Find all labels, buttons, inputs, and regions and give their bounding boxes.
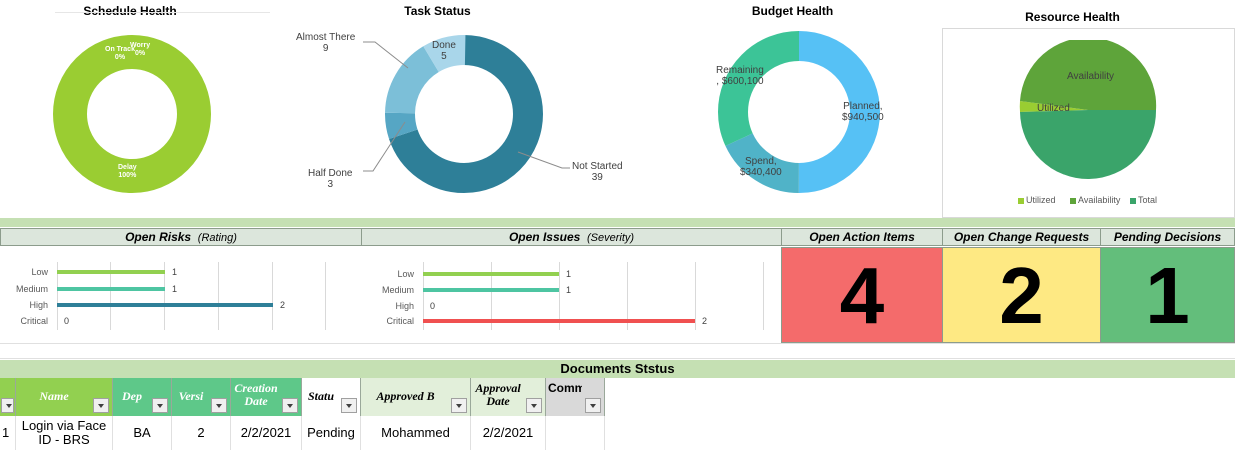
risk-bar-high bbox=[57, 303, 273, 307]
issue-high-label: High bbox=[395, 301, 414, 311]
legend-total-swatch bbox=[1130, 198, 1136, 204]
legend-total: Total bbox=[1138, 195, 1158, 205]
row-status: Pending bbox=[302, 416, 361, 450]
chevron-down-icon[interactable] bbox=[93, 398, 109, 413]
col-version-header[interactable]: Versi bbox=[172, 378, 231, 416]
col-approval-date-header[interactable]: Approval Date bbox=[471, 378, 546, 416]
risk-high-label: High bbox=[29, 300, 48, 310]
pending-decisions-header: Pending Decisions bbox=[1100, 228, 1235, 246]
row-creation-date: 2/2/2021 bbox=[231, 416, 302, 450]
risk-value-critical: 0 bbox=[64, 316, 70, 326]
chart-border bbox=[55, 12, 270, 13]
open-risks-header: Open Risks (Rating) bbox=[0, 228, 362, 246]
issue-bar-medium bbox=[423, 288, 559, 292]
half-done-label: Half Done 3 bbox=[308, 168, 353, 190]
grid-line bbox=[0, 358, 1235, 359]
almost-there-label: Almost There 9 bbox=[296, 32, 356, 54]
task-status-leaders bbox=[363, 41, 570, 172]
legend-availability: Availability bbox=[1078, 195, 1121, 205]
pending-decisions-count: 1 bbox=[1100, 247, 1235, 343]
open-issues-header: Open Issues (Severity) bbox=[361, 228, 782, 246]
resource-health-title: Resource Health bbox=[1025, 10, 1120, 24]
issue-value-medium: 1 bbox=[566, 285, 572, 295]
risk-low-label: Low bbox=[31, 267, 48, 277]
schedule-health-title: Schedule Health bbox=[83, 4, 177, 18]
grid-line bbox=[0, 343, 1235, 344]
delay-slice bbox=[53, 35, 211, 193]
col-name-header[interactable]: Name bbox=[16, 378, 113, 416]
risk-medium-label: Medium bbox=[15, 284, 48, 294]
not-started-label: Not Started 39 bbox=[572, 161, 623, 183]
risk-value-medium: 1 bbox=[172, 284, 178, 294]
remaining-label: Remaining, $600,100 bbox=[716, 65, 764, 87]
risk-value-low: 1 bbox=[172, 267, 178, 277]
issue-value-critical: 2 bbox=[702, 316, 708, 326]
delay-label: Delay 100% bbox=[118, 164, 137, 179]
chevron-down-icon[interactable] bbox=[282, 398, 298, 413]
col-creation-date-header[interactable]: Creation Date bbox=[231, 378, 302, 416]
issue-bar-critical bbox=[423, 319, 695, 323]
documents-title: Documents Ststus bbox=[0, 360, 1235, 378]
row-id: 1 bbox=[0, 416, 16, 450]
issue-medium-label: Medium bbox=[381, 285, 414, 295]
chevron-down-icon[interactable] bbox=[211, 398, 227, 413]
filter-icon[interactable] bbox=[341, 398, 357, 413]
open-change-requests-count: 2 bbox=[942, 247, 1101, 343]
planned-label: Planned, $940,500 bbox=[842, 101, 884, 123]
legend-utilized: Utilized bbox=[1026, 195, 1056, 205]
col-approved-by-header[interactable]: Approved B bbox=[361, 378, 471, 416]
legend-utilized-swatch bbox=[1018, 198, 1024, 204]
open-action-items-count: 4 bbox=[781, 247, 943, 343]
issue-value-high: 0 bbox=[430, 301, 436, 311]
task-status-title: Task Status bbox=[404, 4, 471, 18]
open-change-requests-header: Open Change Requests bbox=[942, 228, 1101, 246]
chevron-down-icon[interactable] bbox=[526, 398, 542, 413]
spend-label: Spend, $340,400 bbox=[740, 156, 782, 178]
done-label: Done 5 bbox=[432, 40, 456, 62]
legend-availability-swatch bbox=[1070, 198, 1076, 204]
issue-critical-label: Critical bbox=[386, 316, 414, 326]
chevron-down-icon[interactable] bbox=[451, 398, 467, 413]
row-approval-date: 2/2/2021 bbox=[471, 416, 546, 450]
row-name: Login via Face ID - BRS bbox=[16, 416, 113, 450]
total-slice bbox=[1020, 110, 1157, 179]
risk-critical-label: Critical bbox=[20, 316, 48, 326]
section-divider bbox=[0, 218, 1235, 227]
issue-low-label: Low bbox=[397, 269, 414, 279]
risk-bar-medium bbox=[57, 287, 165, 291]
col-id-header[interactable] bbox=[0, 378, 16, 416]
availability-label: Availability bbox=[1067, 71, 1115, 82]
col-dep-header[interactable]: Dep bbox=[113, 378, 172, 416]
chevron-down-icon[interactable] bbox=[585, 398, 601, 413]
row-version: 2 bbox=[172, 416, 231, 450]
col-comments-header[interactable]: Comments bbox=[546, 378, 605, 416]
open-action-items-header: Open Action Items bbox=[781, 228, 943, 246]
issue-bar-low bbox=[423, 272, 559, 276]
risk-bar-low bbox=[57, 270, 165, 274]
risk-value-high: 2 bbox=[280, 300, 286, 310]
row-approved-by: Mohammed bbox=[361, 416, 471, 450]
chevron-down-icon[interactable] bbox=[1, 398, 14, 413]
budget-health-title: Budget Health bbox=[751, 4, 834, 18]
chevron-down-icon[interactable] bbox=[152, 398, 168, 413]
row-comments bbox=[546, 416, 605, 450]
worry-label: Worry 0% bbox=[130, 42, 151, 57]
issue-value-low: 1 bbox=[566, 269, 572, 279]
col-status-header[interactable]: Statu bbox=[302, 378, 361, 416]
utilized-label: Utilized bbox=[1037, 103, 1070, 114]
row-dep: BA bbox=[113, 416, 172, 450]
